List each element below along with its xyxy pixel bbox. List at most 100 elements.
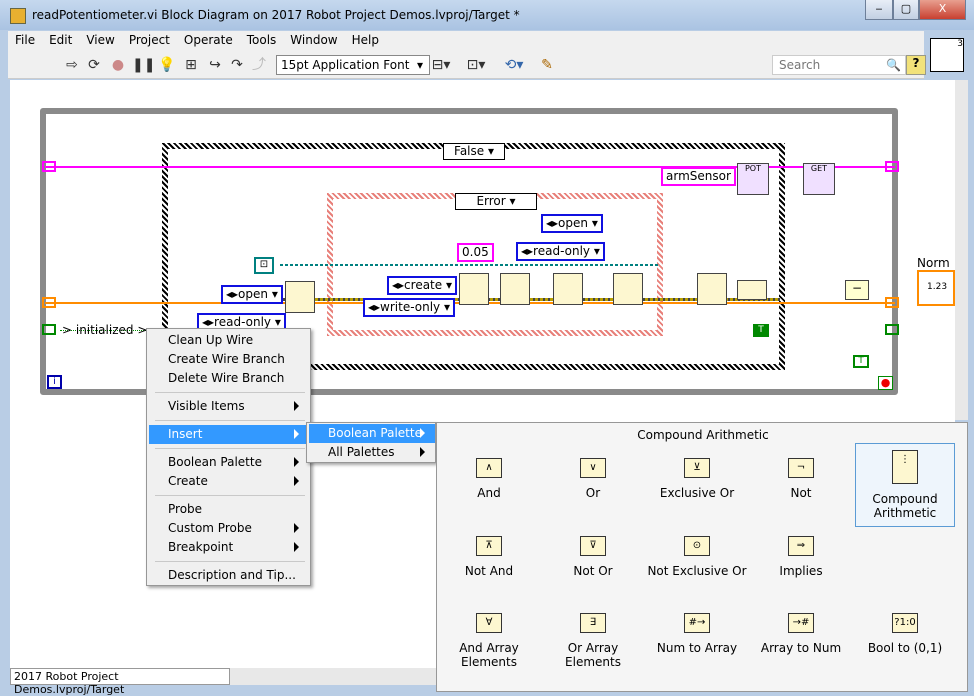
menu-item-clean-up-wire[interactable]: Clean Up Wire <box>149 331 309 350</box>
palette-item-or[interactable]: ∨ Or <box>543 458 643 500</box>
menu-project[interactable]: Project <box>122 31 177 49</box>
vi-icon[interactable]: 3 <box>930 38 964 72</box>
abort-icon[interactable]: ● <box>109 56 127 74</box>
shift-register-bool-left[interactable] <box>42 324 56 335</box>
arm-sensor-constant[interactable]: armSensor <box>661 167 736 186</box>
palette-item-implies[interactable]: ⇒ Implies <box>751 536 851 578</box>
menu-edit[interactable]: Edit <box>42 31 79 49</box>
error-case-selector[interactable]: Error ▾ <box>455 193 537 210</box>
enum-value: read-only <box>533 244 591 258</box>
palette-item-nor[interactable]: ⊽ Not Or <box>543 536 643 578</box>
shift-register-bool-right[interactable] <box>885 324 899 335</box>
menu-item-visible-items[interactable]: Visible Items <box>149 397 309 416</box>
read-text-node[interactable] <box>697 273 727 305</box>
shift-register-left[interactable] <box>42 161 56 172</box>
align-objects-icon[interactable]: ⊟▾ <box>428 56 454 74</box>
minimize-button[interactable]: ‒ <box>865 0 893 20</box>
path-wire[interactable] <box>280 264 660 266</box>
palette-item-array-to-num[interactable]: →# Array to Num <box>751 613 851 655</box>
search-input[interactable]: Search 🔍 <box>772 55 906 75</box>
case-selector[interactable]: False ▾ <box>443 143 505 160</box>
menu-item-breakpoint[interactable]: Breakpoint <box>149 538 309 557</box>
shift-register-right[interactable] <box>885 161 899 172</box>
distribute-objects-icon[interactable]: ⊡▾ <box>463 56 489 74</box>
menu-separator <box>155 448 305 449</box>
run-arrow-icon[interactable]: ⇨ <box>63 56 81 74</box>
menu-tools[interactable]: Tools <box>240 31 284 49</box>
menu-view[interactable]: View <box>79 31 121 49</box>
open-enum[interactable]: ◂▸open ▾ <box>221 285 283 304</box>
norm-indicator[interactable]: 1.23 <box>917 270 955 306</box>
iteration-terminal: i <box>47 375 62 389</box>
menu-item-custom-probe[interactable]: Custom Probe <box>149 519 309 538</box>
search-icon[interactable]: 🔍 <box>886 58 901 72</box>
vertical-scrollbar[interactable] <box>955 80 968 420</box>
step-out-icon[interactable]: ⤴ <box>250 56 268 74</box>
reorder-icon[interactable]: ⟲▾ <box>501 56 527 74</box>
close-file-node[interactable] <box>553 273 583 305</box>
menu-help[interactable]: Help <box>345 31 386 49</box>
pot-get-node[interactable]: GET <box>803 163 835 195</box>
submenu-item-boolean-palette[interactable]: Boolean Palette <box>309 424 435 443</box>
menu-item-description-and-tip[interactable]: Description and Tip... <box>149 566 309 585</box>
path-constant[interactable]: ⊡ <box>254 257 274 274</box>
true-constant[interactable]: T <box>753 324 769 337</box>
not-icon: ¬ <box>788 458 814 478</box>
menu-item-delete-wire-branch[interactable]: Delete Wire Branch <box>149 369 309 388</box>
subtract-node[interactable]: − <box>845 280 869 300</box>
pause-icon[interactable]: ❚❚ <box>132 56 155 74</box>
true-constant-2[interactable]: T <box>853 355 869 368</box>
palette-item-xnor[interactable]: ⊙ Not Exclusive Or <box>647 536 747 578</box>
open-file-node-2[interactable] <box>613 273 643 305</box>
stop-condition-icon[interactable]: ● <box>878 376 893 390</box>
palette-item-num-to-array[interactable]: #→ Num to Array <box>647 613 747 655</box>
open-enum-2[interactable]: ◂▸open ▾ <box>541 214 603 233</box>
palette-item-compound-arithmetic[interactable]: ⋮ Compound Arithmetic <box>855 443 955 527</box>
write-text-node[interactable] <box>500 273 530 305</box>
create-enum[interactable]: ◂▸create ▾ <box>387 276 457 295</box>
menu-item-create-wire-branch[interactable]: Create Wire Branch <box>149 350 309 369</box>
clean-up-diagram-icon[interactable]: ✎ <box>538 56 556 74</box>
shift-register-numeric-left[interactable] <box>42 297 56 308</box>
menu-window[interactable]: Window <box>283 31 344 49</box>
write-only-enum[interactable]: ◂▸write-only ▾ <box>363 298 455 317</box>
context-help-button[interactable]: ? <box>906 55 926 75</box>
menu-operate[interactable]: Operate <box>177 31 240 49</box>
enum-value: open <box>558 216 588 230</box>
retain-wire-values-icon[interactable]: ⊞ <box>182 56 200 74</box>
palette-item-or-array[interactable]: ∃ Or Array Elements <box>543 613 643 669</box>
menu-separator <box>155 495 305 496</box>
menu-item-probe[interactable]: Probe <box>149 500 309 519</box>
scan-from-string-node[interactable] <box>737 280 767 300</box>
close-button[interactable]: X <box>919 0 966 20</box>
run-continuously-icon[interactable]: ⟳ <box>85 56 103 74</box>
open-create-file-node[interactable] <box>459 273 489 305</box>
open-file-node[interactable] <box>285 281 315 313</box>
menu-item-create[interactable]: Create <box>149 472 309 491</box>
font-dropdown[interactable]: 15pt Application Font ▾ <box>276 55 430 75</box>
submenu-arrow-icon <box>294 542 299 552</box>
read-only-enum-2[interactable]: ◂▸read-only ▾ <box>516 242 605 261</box>
step-into-icon[interactable]: ↪ <box>206 56 224 74</box>
enum-value: open <box>238 287 268 301</box>
palette-item-not[interactable]: ¬ Not <box>751 458 851 500</box>
palette-item-and[interactable]: ∧ And <box>439 458 539 500</box>
submenu-item-all-palettes[interactable]: All Palettes <box>309 443 435 462</box>
shift-register-numeric-right[interactable] <box>885 297 899 308</box>
compound-arithmetic-icon: ⋮ <box>892 450 918 484</box>
palette-item-and-array[interactable]: ∀ And Array Elements <box>439 613 539 669</box>
palette-title: Compound Arithmetic <box>637 428 769 442</box>
numeric-constant[interactable]: 0.05 <box>457 243 494 262</box>
palette-item-nand[interactable]: ⊼ Not And <box>439 536 539 578</box>
horizontal-scrollbar[interactable] <box>230 668 436 685</box>
pot-open-node[interactable]: POT <box>737 163 769 195</box>
menu-file[interactable]: File <box>8 31 42 49</box>
step-over-icon[interactable]: ↷ <box>228 56 246 74</box>
palette-item-xor[interactable]: ⊻ Exclusive Or <box>647 458 747 500</box>
menu-item-insert[interactable]: Insert <box>149 425 309 444</box>
menu-item-boolean-palette[interactable]: Boolean Palette <box>149 453 309 472</box>
project-status: 2017 Robot Project Demos.lvproj/Target <box>10 668 230 696</box>
highlight-execution-icon[interactable]: 💡 <box>158 56 176 74</box>
palette-item-bool-to-01[interactable]: ?1:0 Bool to (0,1) <box>855 613 955 655</box>
maximize-button[interactable]: ▢ <box>893 0 919 20</box>
